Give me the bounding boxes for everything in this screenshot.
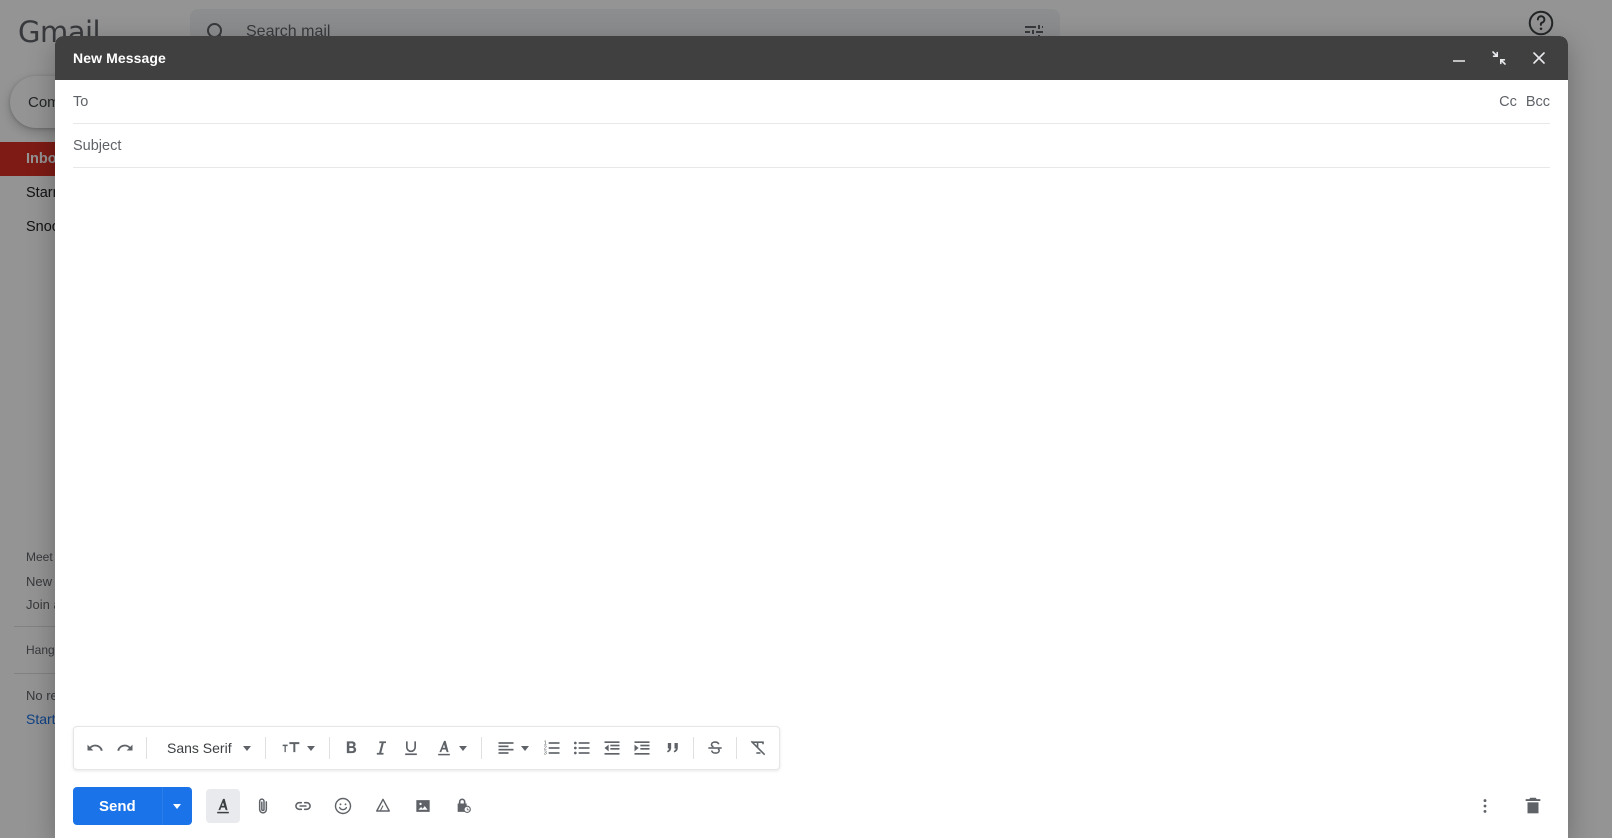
- exit-fullscreen-button[interactable]: [1482, 41, 1516, 75]
- compose-header: New Message: [55, 36, 1568, 80]
- bulleted-list-button[interactable]: [567, 731, 597, 765]
- text-color-icon: [434, 738, 454, 758]
- chevron-down-icon: [520, 745, 529, 751]
- formatting-options-button[interactable]: [205, 789, 240, 823]
- close-button[interactable]: [1522, 41, 1556, 75]
- undo-button[interactable]: [80, 731, 110, 765]
- cc-bcc-group: Cc Bcc: [1499, 94, 1550, 110]
- send-options-button[interactable]: [161, 787, 192, 825]
- insert-drive-file-button[interactable]: [366, 789, 400, 823]
- numbered-list-button[interactable]: 1 2 3: [537, 731, 567, 765]
- to-field-row[interactable]: To Cc Bcc: [73, 80, 1550, 124]
- minimize-button[interactable]: [1442, 41, 1476, 75]
- message-body-input[interactable]: [73, 178, 1550, 726]
- remove-formatting-button[interactable]: [743, 731, 773, 765]
- insert-link-button[interactable]: [286, 789, 320, 823]
- bold-button[interactable]: [336, 731, 366, 765]
- underline-button[interactable]: [396, 731, 426, 765]
- toolbar-divider: [692, 737, 694, 759]
- chevron-down-icon: [242, 745, 251, 751]
- italic-button[interactable]: [366, 731, 396, 765]
- indent-less-button[interactable]: [597, 731, 627, 765]
- redo-button[interactable]: [110, 731, 140, 765]
- text-color-dropdown[interactable]: [426, 731, 475, 765]
- insert-photo-button[interactable]: [406, 789, 440, 823]
- toolbar-divider: [328, 737, 330, 759]
- to-input[interactable]: To: [73, 94, 88, 110]
- cc-button[interactable]: Cc: [1499, 94, 1517, 110]
- attach-file-button[interactable]: [246, 789, 280, 823]
- align-left-icon: [496, 738, 516, 758]
- font-size-icon: [280, 738, 302, 758]
- subject-field-row[interactable]: Subject: [73, 124, 1550, 168]
- chevron-down-icon: [458, 745, 467, 751]
- more-options-button[interactable]: [1468, 789, 1502, 823]
- discard-draft-button[interactable]: [1516, 789, 1550, 823]
- toolbar-divider: [735, 737, 737, 759]
- compose-header-actions: [1442, 41, 1556, 75]
- toolbar-divider: [264, 737, 266, 759]
- strikethrough-button[interactable]: [700, 731, 730, 765]
- toolbar-divider: [146, 737, 147, 759]
- svg-text:3: 3: [543, 751, 546, 757]
- subject-input[interactable]: Subject: [73, 138, 121, 154]
- compose-action-bar: Send: [55, 774, 1568, 838]
- indent-more-button[interactable]: [627, 731, 657, 765]
- toolbar-divider: [480, 737, 482, 759]
- formatting-toolbar: Sans Serif 1 2 3: [73, 726, 780, 770]
- font-family-value: Sans Serif: [167, 740, 232, 756]
- compose-right-actions: [1468, 789, 1550, 823]
- confidential-mode-button[interactable]: [446, 789, 480, 823]
- chevron-down-icon: [173, 803, 182, 809]
- bcc-button[interactable]: Bcc: [1526, 94, 1550, 110]
- send-button-group: Send: [73, 787, 192, 825]
- align-dropdown[interactable]: [488, 731, 537, 765]
- compose-window: New Message To Cc Bcc Subject Sans Serif…: [55, 36, 1568, 838]
- quote-button[interactable]: [657, 731, 687, 765]
- insert-emoji-button[interactable]: [326, 789, 360, 823]
- compose-tool-icons: [205, 789, 480, 823]
- send-button[interactable]: Send: [73, 787, 162, 825]
- font-family-dropdown[interactable]: Sans Serif: [153, 731, 259, 765]
- compose-title: New Message: [73, 50, 166, 66]
- font-size-dropdown[interactable]: [272, 731, 323, 765]
- chevron-down-icon: [306, 745, 315, 751]
- formatting-toolbar-wrapper: Sans Serif 1 2 3: [55, 726, 1568, 774]
